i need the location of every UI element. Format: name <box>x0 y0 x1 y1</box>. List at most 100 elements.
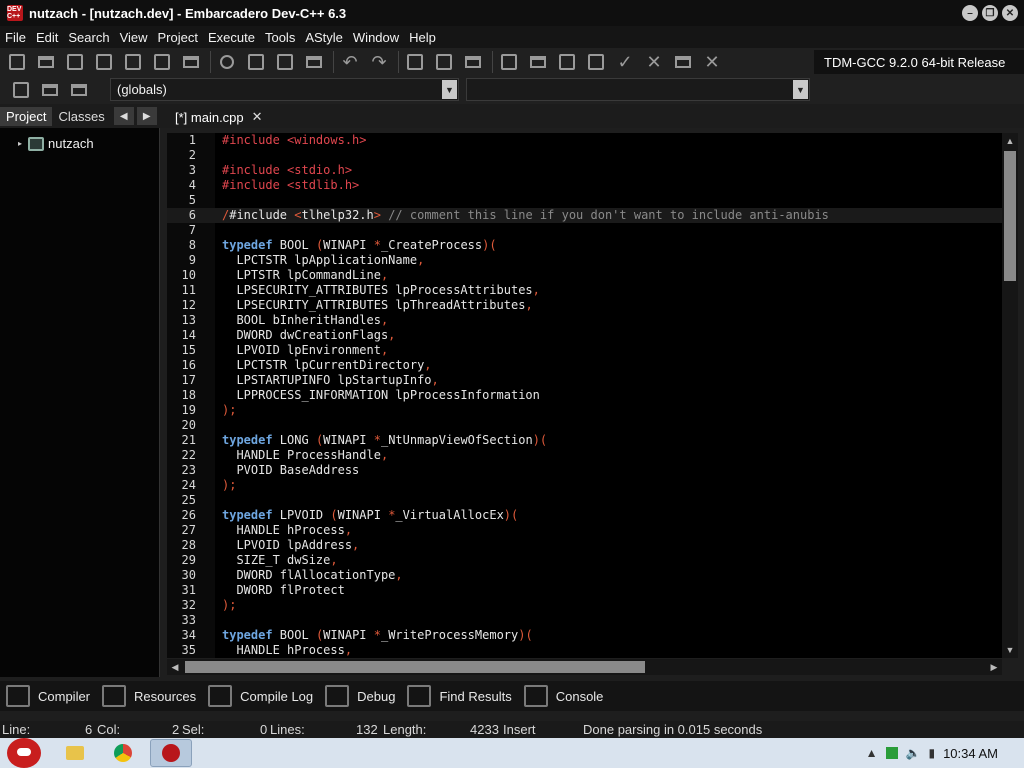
code-line[interactable]: 2 <box>167 148 1002 163</box>
close-icon[interactable]: ✕ <box>252 109 263 125</box>
code-line[interactable]: 34 typedef BOOL (WINAPI *_WriteProcessMem… <box>167 628 1002 643</box>
code-line[interactable]: 19); <box>167 403 1002 418</box>
goto-bookmark-button[interactable] <box>66 78 92 102</box>
code-line[interactable]: 5 <box>167 193 1002 208</box>
code-line[interactable]: 18 LPPROCESS_INFORMATION lpProcessInform… <box>167 388 1002 403</box>
tab-scroll-right-icon[interactable]: ▶ <box>136 107 157 125</box>
tab-find-results[interactable]: Find Results <box>401 685 517 707</box>
code-line[interactable]: 35 HANDLE hProcess, <box>167 643 1002 658</box>
taskbar-explorer[interactable] <box>54 739 96 767</box>
code-line[interactable]: 28 LPVOID lpAddress, <box>167 538 1002 553</box>
taskbar-devcpp[interactable] <box>150 739 192 767</box>
show-hidden-icons-icon[interactable]: ▲ <box>866 746 878 760</box>
horizontal-scrollbar[interactable]: ◀ ▶ <box>167 659 1002 675</box>
code-editor[interactable]: 1 #include <windows.h> 2 3 #include <stdio.h… <box>167 133 1002 658</box>
code-line[interactable]: 20 <box>167 418 1002 433</box>
menu-search[interactable]: Search <box>63 30 114 45</box>
code-line[interactable]: 27 HANDLE hProcess, <box>167 523 1002 538</box>
run-button[interactable] <box>525 50 551 74</box>
tab-compile-log[interactable]: Compile Log <box>202 685 319 707</box>
new-project-button[interactable] <box>402 50 428 74</box>
code-line[interactable]: 31 DWORD flProtect <box>167 583 1002 598</box>
menu-window[interactable]: Window <box>348 30 404 45</box>
tab-classes[interactable]: Classes <box>52 107 110 126</box>
code-line[interactable]: 6 /#include <tlhelp32.h> // comment this … <box>167 208 1002 223</box>
save-button[interactable] <box>62 50 88 74</box>
tree-item-project[interactable]: ▸ nutzach <box>18 136 94 151</box>
stop-button[interactable]: ✕ <box>641 50 667 74</box>
code-line[interactable]: 13 BOOL bInheritHandles, <box>167 313 1002 328</box>
open-button[interactable] <box>33 50 59 74</box>
network-icon[interactable]: ▮ <box>928 746 935 760</box>
compile-run-button[interactable] <box>554 50 580 74</box>
scroll-down-icon[interactable]: ▼ <box>1002 642 1018 658</box>
insert-button[interactable] <box>8 78 34 102</box>
close-file-button[interactable] <box>120 50 146 74</box>
tab-project[interactable]: Project <box>0 106 53 126</box>
remove-project-button[interactable] <box>431 50 457 74</box>
code-line[interactable]: 23 PVOID BaseAddress <box>167 463 1002 478</box>
code-line[interactable]: 11 LPSECURITY_ATTRIBUTES lpProcessAttrib… <box>167 283 1002 298</box>
menu-astyle[interactable]: AStyle <box>300 30 348 45</box>
menu-file[interactable]: File <box>0 30 31 45</box>
volume-icon[interactable]: 🔈 <box>906 746 921 760</box>
code-line[interactable]: 1 #include <windows.h> <box>167 133 1002 148</box>
menu-view[interactable]: View <box>115 30 153 45</box>
code-line[interactable]: 16 LPCTSTR lpCurrentDirectory, <box>167 358 1002 373</box>
expand-icon[interactable]: ▸ <box>18 139 22 148</box>
restore-button[interactable]: ❐ <box>982 5 998 21</box>
code-line[interactable]: 14 DWORD dwCreationFlags, <box>167 328 1002 343</box>
start-button[interactable] <box>0 738 48 768</box>
code-line[interactable]: 10 LPTSTR lpCommandLine, <box>167 268 1002 283</box>
menu-project[interactable]: Project <box>153 30 203 45</box>
tab-scroll-left-icon[interactable]: ◀ <box>113 107 134 125</box>
chevron-down-icon[interactable]: ▼ <box>793 80 808 99</box>
close-button[interactable]: ✕ <box>1002 5 1018 21</box>
find-button[interactable] <box>214 50 240 74</box>
code-line[interactable]: 17 LPSTARTUPINFO lpStartupInfo, <box>167 373 1002 388</box>
delete-profile-button[interactable]: ✕ <box>699 50 725 74</box>
code-line[interactable]: 29 SIZE_T dwSize, <box>167 553 1002 568</box>
code-line[interactable]: 26 typedef LPVOID (WINAPI *_VirtualAllocE… <box>167 508 1002 523</box>
save-all-button[interactable] <box>91 50 117 74</box>
function-dropdown[interactable]: ▼ <box>466 78 810 101</box>
code-line[interactable]: 21 typedef LONG (WINAPI *_NtUnmapViewOfSe… <box>167 433 1002 448</box>
replace-button[interactable] <box>243 50 269 74</box>
toggle-bookmark-button[interactable] <box>301 50 327 74</box>
code-line[interactable]: 9 LPCTSTR lpApplicationName, <box>167 253 1002 268</box>
menu-execute[interactable]: Execute <box>203 30 260 45</box>
menu-tools[interactable]: Tools <box>260 30 300 45</box>
tab-debug[interactable]: Debug <box>319 685 401 707</box>
syntax-check-button[interactable]: ✓ <box>612 50 638 74</box>
code-line[interactable]: 7 <box>167 223 1002 238</box>
print-button[interactable] <box>178 50 204 74</box>
redo-button[interactable]: ↷ <box>366 50 392 74</box>
tab-compiler[interactable]: Compiler <box>0 685 96 707</box>
battery-icon[interactable] <box>885 747 898 759</box>
chevron-down-icon[interactable]: ▼ <box>442 80 457 99</box>
minimize-button[interactable]: – <box>962 5 978 21</box>
menu-help[interactable]: Help <box>404 30 441 45</box>
close-all-button[interactable] <box>149 50 175 74</box>
undo-button[interactable]: ↶ <box>337 50 363 74</box>
code-line[interactable]: 22 HANDLE ProcessHandle, <box>167 448 1002 463</box>
code-line[interactable]: 3 #include <stdio.h> <box>167 163 1002 178</box>
new-file-button[interactable] <box>4 50 30 74</box>
tab-resources[interactable]: Resources <box>96 685 202 707</box>
profile-button[interactable] <box>670 50 696 74</box>
vertical-scroll-thumb[interactable] <box>1004 151 1016 281</box>
code-line[interactable]: 25 <box>167 493 1002 508</box>
code-line[interactable]: 8 typedef BOOL (WINAPI *_CreateProcess)( <box>167 238 1002 253</box>
goto-line-button[interactable] <box>272 50 298 74</box>
project-options-button[interactable] <box>460 50 486 74</box>
code-line[interactable]: 4 #include <stdlib.h> <box>167 178 1002 193</box>
tab-main-cpp[interactable]: [*] main.cpp ✕ <box>169 106 269 128</box>
code-line[interactable]: 33 <box>167 613 1002 628</box>
code-line[interactable]: 32); <box>167 598 1002 613</box>
compiler-select[interactable]: TDM-GCC 9.2.0 64-bit Release <box>814 50 1024 74</box>
clock[interactable]: 10:34 AM <box>943 746 998 761</box>
scroll-right-icon[interactable]: ▶ <box>986 659 1002 675</box>
tab-console[interactable]: Console <box>518 685 610 707</box>
toggle-bookmark-button-2[interactable] <box>37 78 63 102</box>
compile-button[interactable] <box>496 50 522 74</box>
